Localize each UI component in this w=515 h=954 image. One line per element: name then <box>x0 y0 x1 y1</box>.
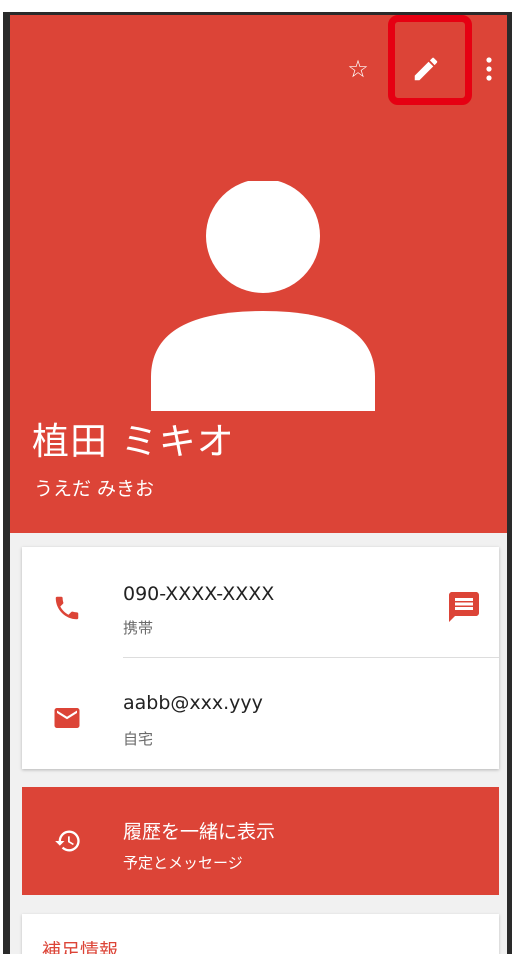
email-address: aabb@xxx.yyy <box>123 692 263 714</box>
edit-contact-button[interactable] <box>400 39 452 99</box>
default-avatar-icon <box>151 181 375 411</box>
more-vert-icon <box>486 57 492 81</box>
contact-detail-screen: ☆ 植田 ミキオ うえだ みきお 090-XXXX-XXXX 携帯 aabb@x… <box>10 15 507 954</box>
history-title: 履歴を一緒に表示 <box>123 821 276 843</box>
star-outline-icon: ☆ <box>347 55 369 83</box>
additional-info-title: 補足情報 <box>42 940 119 954</box>
more-options-button[interactable] <box>472 39 506 99</box>
message-icon[interactable] <box>446 589 482 625</box>
history-icon <box>55 830 80 852</box>
phone-number: 090-XXXX-XXXX <box>123 583 275 605</box>
email-row[interactable]: aabb@xxx.yyy 自宅 <box>22 658 499 768</box>
phone-frame: ☆ 植田 ミキオ うえだ みきお 090-XXXX-XXXX 携帯 aabb@x… <box>3 12 512 954</box>
phone-row[interactable]: 090-XXXX-XXXX 携帯 <box>22 547 499 657</box>
phone-type-label: 携帯 <box>123 619 154 637</box>
edit-pencil-icon <box>414 57 438 81</box>
email-type-label: 自宅 <box>123 730 154 748</box>
contact-name: 植田 ミキオ <box>32 420 235 463</box>
email-icon <box>54 708 80 728</box>
history-subtitle: 予定とメッセージ <box>123 854 243 872</box>
favorite-star-button[interactable]: ☆ <box>336 39 380 99</box>
contact-name-reading: うえだ みきお <box>34 478 155 500</box>
contact-info-card: 090-XXXX-XXXX 携帯 aabb@xxx.yyy 自宅 <box>22 547 499 769</box>
show-history-button[interactable]: 履歴を一緒に表示 予定とメッセージ <box>22 787 499 895</box>
phone-icon <box>55 596 79 620</box>
additional-info-card: 補足情報 <box>22 914 499 954</box>
contact-header: ☆ 植田 ミキオ うえだ みきお <box>10 15 507 533</box>
